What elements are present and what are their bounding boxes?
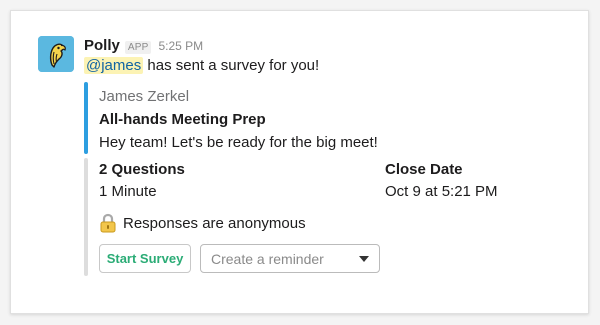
anonymous-text: Responses are anonymous [123,214,306,232]
caret-down-icon [359,256,369,262]
field-questions-label: 2 Questions [99,161,185,178]
field-close-date-label: Close Date [385,161,463,178]
field-close-date-value: Oct 9 at 5:21 PM [385,183,498,200]
attachment-fields-bar [84,158,88,276]
anonymous-notice: Responses are anonymous [99,212,306,234]
start-survey-button[interactable]: Start Survey [99,244,191,273]
user-mention[interactable]: @james [84,57,144,74]
app-badge: APP [124,41,152,54]
message-timestamp[interactable]: 5:25 PM [158,39,203,53]
reminder-placeholder: Create a reminder [211,250,324,267]
lock-icon [99,213,117,233]
field-questions-value: 1 Minute [99,183,157,200]
reminder-select[interactable]: Create a reminder [200,244,380,273]
attachment-author: James Zerkel [99,88,190,105]
attachment-body: Hey team! Let's be ready for the big mee… [99,134,378,151]
attachment-accent-bar [84,82,88,154]
polly-parrot-icon [38,36,74,72]
message-text: @james has sent a survey for you! [84,56,319,76]
message-body: has sent a survey for you! [147,57,320,74]
message-header: Polly APP 5:25 PM [84,37,203,55]
attachment-title: All-hands Meeting Prep [99,111,266,128]
app-name[interactable]: Polly [84,37,120,54]
polly-avatar[interactable] [38,36,74,72]
